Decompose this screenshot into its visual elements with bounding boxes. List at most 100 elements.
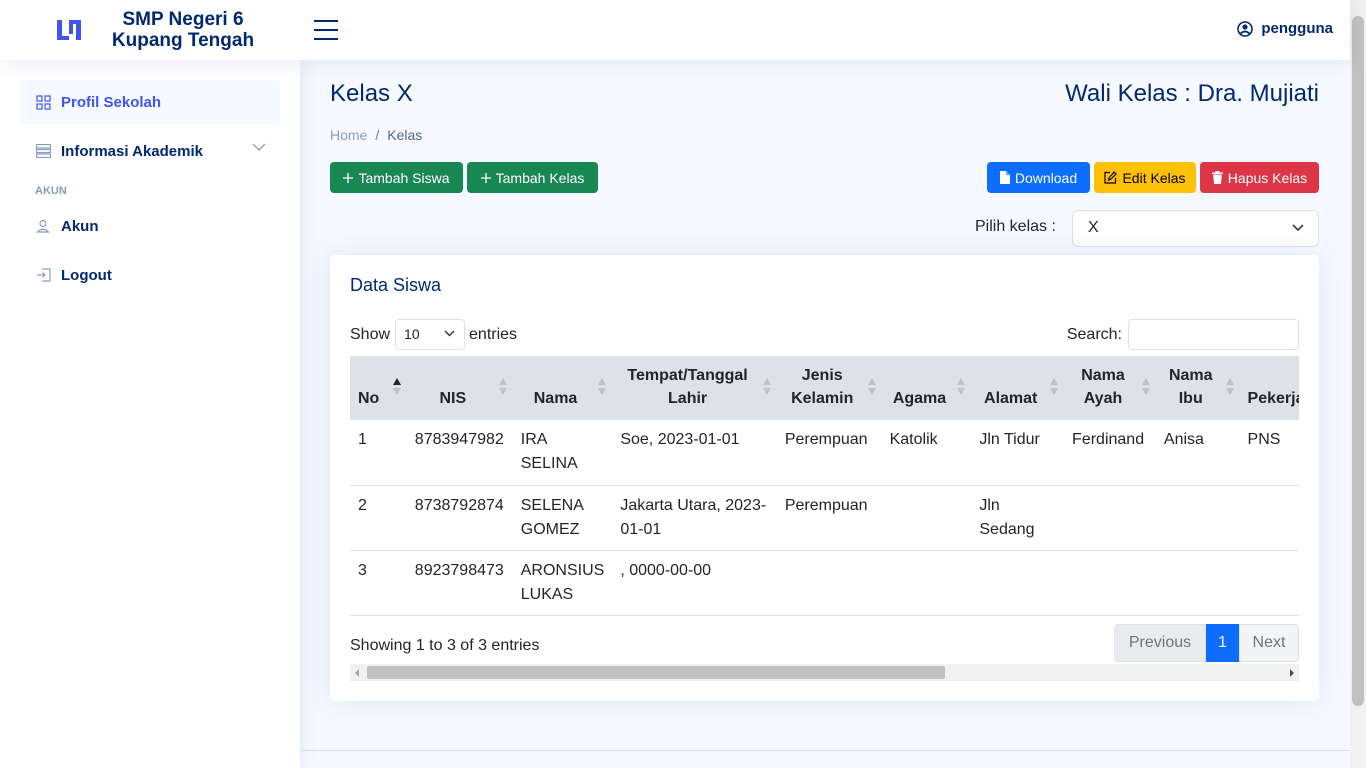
table-horizontal-scrollbar[interactable] xyxy=(350,664,1299,681)
chevron-down-icon xyxy=(252,143,266,151)
column-header-pekerjaan-ayah[interactable]: Pekerjaan Ayah xyxy=(1239,356,1299,420)
column-label: No xyxy=(358,390,380,407)
entries-label: entries xyxy=(469,325,518,343)
pilih-kelas-select[interactable]: X xyxy=(1072,210,1319,247)
table-cell: 8923798473 xyxy=(406,550,513,616)
sort-icon xyxy=(867,378,876,396)
table-cell: Soe, 2023-01-01 xyxy=(612,420,777,486)
pagination-next-button[interactable]: Next xyxy=(1239,624,1299,662)
table-cell xyxy=(1064,485,1156,551)
table-cell xyxy=(1155,485,1240,551)
main-content: Kelas X Wali Kelas : Dra. Mujiati Home /… xyxy=(300,60,1350,768)
person-circle-icon xyxy=(1237,20,1254,37)
column-header-nama-ayah[interactable]: Nama Ayah xyxy=(1064,356,1156,420)
button-label: Tambah Siswa xyxy=(358,169,450,186)
user-menu[interactable]: pengguna xyxy=(1237,20,1333,37)
search-input[interactable] xyxy=(1128,319,1299,350)
table-cell: 3 xyxy=(350,550,407,616)
data-siswa-card: Data Siswa Show 10 entries Search: No NI… xyxy=(330,255,1319,701)
sidebar: Profil Sekolah Informasi Akademik AKUN A… xyxy=(0,60,300,768)
sidebar-item-informasi-akademik[interactable]: Informasi Akademik xyxy=(20,129,280,173)
table-cell xyxy=(881,485,972,551)
page-scrollbar-thumb[interactable] xyxy=(1352,16,1364,706)
logo-icon[interactable] xyxy=(56,18,82,42)
column-header-nis[interactable]: NIS xyxy=(406,356,513,420)
table-cell: Ferdinand xyxy=(1064,420,1156,486)
sort-icon xyxy=(1141,378,1150,396)
scroll-left-arrow-icon[interactable] xyxy=(355,669,359,677)
brand-line-1: SMP Negeri 6 xyxy=(122,9,244,30)
sidebar-item-logout[interactable]: Logout xyxy=(20,253,280,297)
scroll-right-arrow-icon[interactable] xyxy=(1290,669,1294,677)
table-info: Showing 1 to 3 of 3 entries xyxy=(350,637,540,654)
table-cell: IRA SELINA xyxy=(512,420,613,486)
column-header-tempat-tanggal-lahir[interactable]: Tempat/Tanggal Lahir xyxy=(612,356,777,420)
chevron-down-icon xyxy=(1292,224,1304,232)
box-arrow-in-right-icon xyxy=(35,267,51,283)
entries-length-select[interactable]: 10 xyxy=(395,319,466,350)
download-button[interactable]: Download xyxy=(987,162,1090,193)
sort-icon xyxy=(598,378,607,396)
sidebar-heading-akun: AKUN xyxy=(35,185,67,197)
breadcrumb-home[interactable]: Home xyxy=(330,127,367,143)
table-cell xyxy=(971,550,1065,616)
brand-name[interactable]: SMP Negeri 6 Kupang Tengah xyxy=(100,9,266,51)
table-cell: 8783947982 xyxy=(406,420,513,486)
column-label: NIS xyxy=(439,390,467,407)
user-name: pengguna xyxy=(1261,20,1333,37)
page-title: Kelas X xyxy=(330,80,413,107)
column-header-nama-ibu[interactable]: Nama Ibu xyxy=(1155,356,1240,420)
file-earmark-icon xyxy=(999,171,1010,184)
pilih-kelas-label: Pilih kelas : xyxy=(975,218,1056,235)
grid-icon xyxy=(35,94,51,110)
column-header-no[interactable]: No xyxy=(350,356,407,420)
sort-icon xyxy=(1225,378,1234,396)
hapus-kelas-button[interactable]: Hapus Kelas xyxy=(1200,162,1319,193)
button-label: Download xyxy=(1014,169,1078,186)
button-label: Tambah Kelas xyxy=(495,169,585,186)
tambah-siswa-button[interactable]: Tambah Siswa xyxy=(330,162,463,193)
page-scrollbar[interactable] xyxy=(1350,0,1366,768)
search-label: Search: xyxy=(1066,325,1122,343)
tambah-kelas-button[interactable]: Tambah Kelas xyxy=(467,162,598,193)
column-header-nama[interactable]: Nama xyxy=(512,356,613,420)
pencil-square-icon xyxy=(1104,171,1118,184)
table-cell: Perempuan xyxy=(776,420,882,486)
data-siswa-table: No NIS Nama Tempat/Tanggal Lahir Jenis K… xyxy=(350,356,1299,616)
sidebar-item-akun[interactable]: Akun xyxy=(20,204,280,248)
column-header-agama[interactable]: Agama xyxy=(881,356,972,420)
hamburger-line xyxy=(314,20,338,22)
column-header-jenis-kelamin[interactable]: Jenis Kelamin xyxy=(776,356,882,420)
column-label: Nama Ibu xyxy=(1168,367,1213,407)
sort-icon xyxy=(498,378,507,396)
table-body: 1 8783947982 IRA SELINA Soe, 2023-01-01 Pere… xyxy=(350,420,1299,616)
sidebar-item-label: Akun xyxy=(61,217,99,235)
breadcrumb-current: Kelas xyxy=(387,127,423,143)
sort-asc-icon xyxy=(392,378,401,396)
table-cell: Jln Tidur xyxy=(971,420,1065,486)
sort-icon xyxy=(1050,378,1059,396)
scrollbar-thumb[interactable] xyxy=(367,666,945,679)
breadcrumb-separator: / xyxy=(375,127,380,143)
button-label: Hapus Kelas xyxy=(1227,169,1308,186)
table-cell xyxy=(776,550,882,616)
table-cell: Perempuan xyxy=(776,485,882,551)
toggle-sidebar-button[interactable] xyxy=(314,20,338,40)
table-cell xyxy=(1155,550,1240,616)
sidebar-item-profil-sekolah[interactable]: Profil Sekolah xyxy=(20,80,280,124)
column-header-alamat[interactable]: Alamat xyxy=(971,356,1065,420)
column-label: Jenis Kelamin xyxy=(791,367,854,407)
sidebar-item-label: Profil Sekolah xyxy=(61,93,162,111)
pagination-page-button[interactable]: 1 xyxy=(1206,624,1239,662)
person-icon xyxy=(35,218,51,234)
edit-kelas-button[interactable]: Edit Kelas xyxy=(1094,162,1196,193)
column-label: Nama Ayah xyxy=(1081,367,1125,407)
column-label: Agama xyxy=(892,390,947,407)
table-cell: 8738792874 xyxy=(406,485,513,551)
sidebar-item-label: Informasi Akademik xyxy=(61,142,203,160)
pagination-previous-button[interactable]: Previous xyxy=(1114,624,1206,662)
footer-divider xyxy=(300,750,1350,751)
column-label: Nama xyxy=(533,390,578,407)
table-cell: SELENA GOMEZ xyxy=(512,485,613,551)
table-cell xyxy=(881,550,972,616)
